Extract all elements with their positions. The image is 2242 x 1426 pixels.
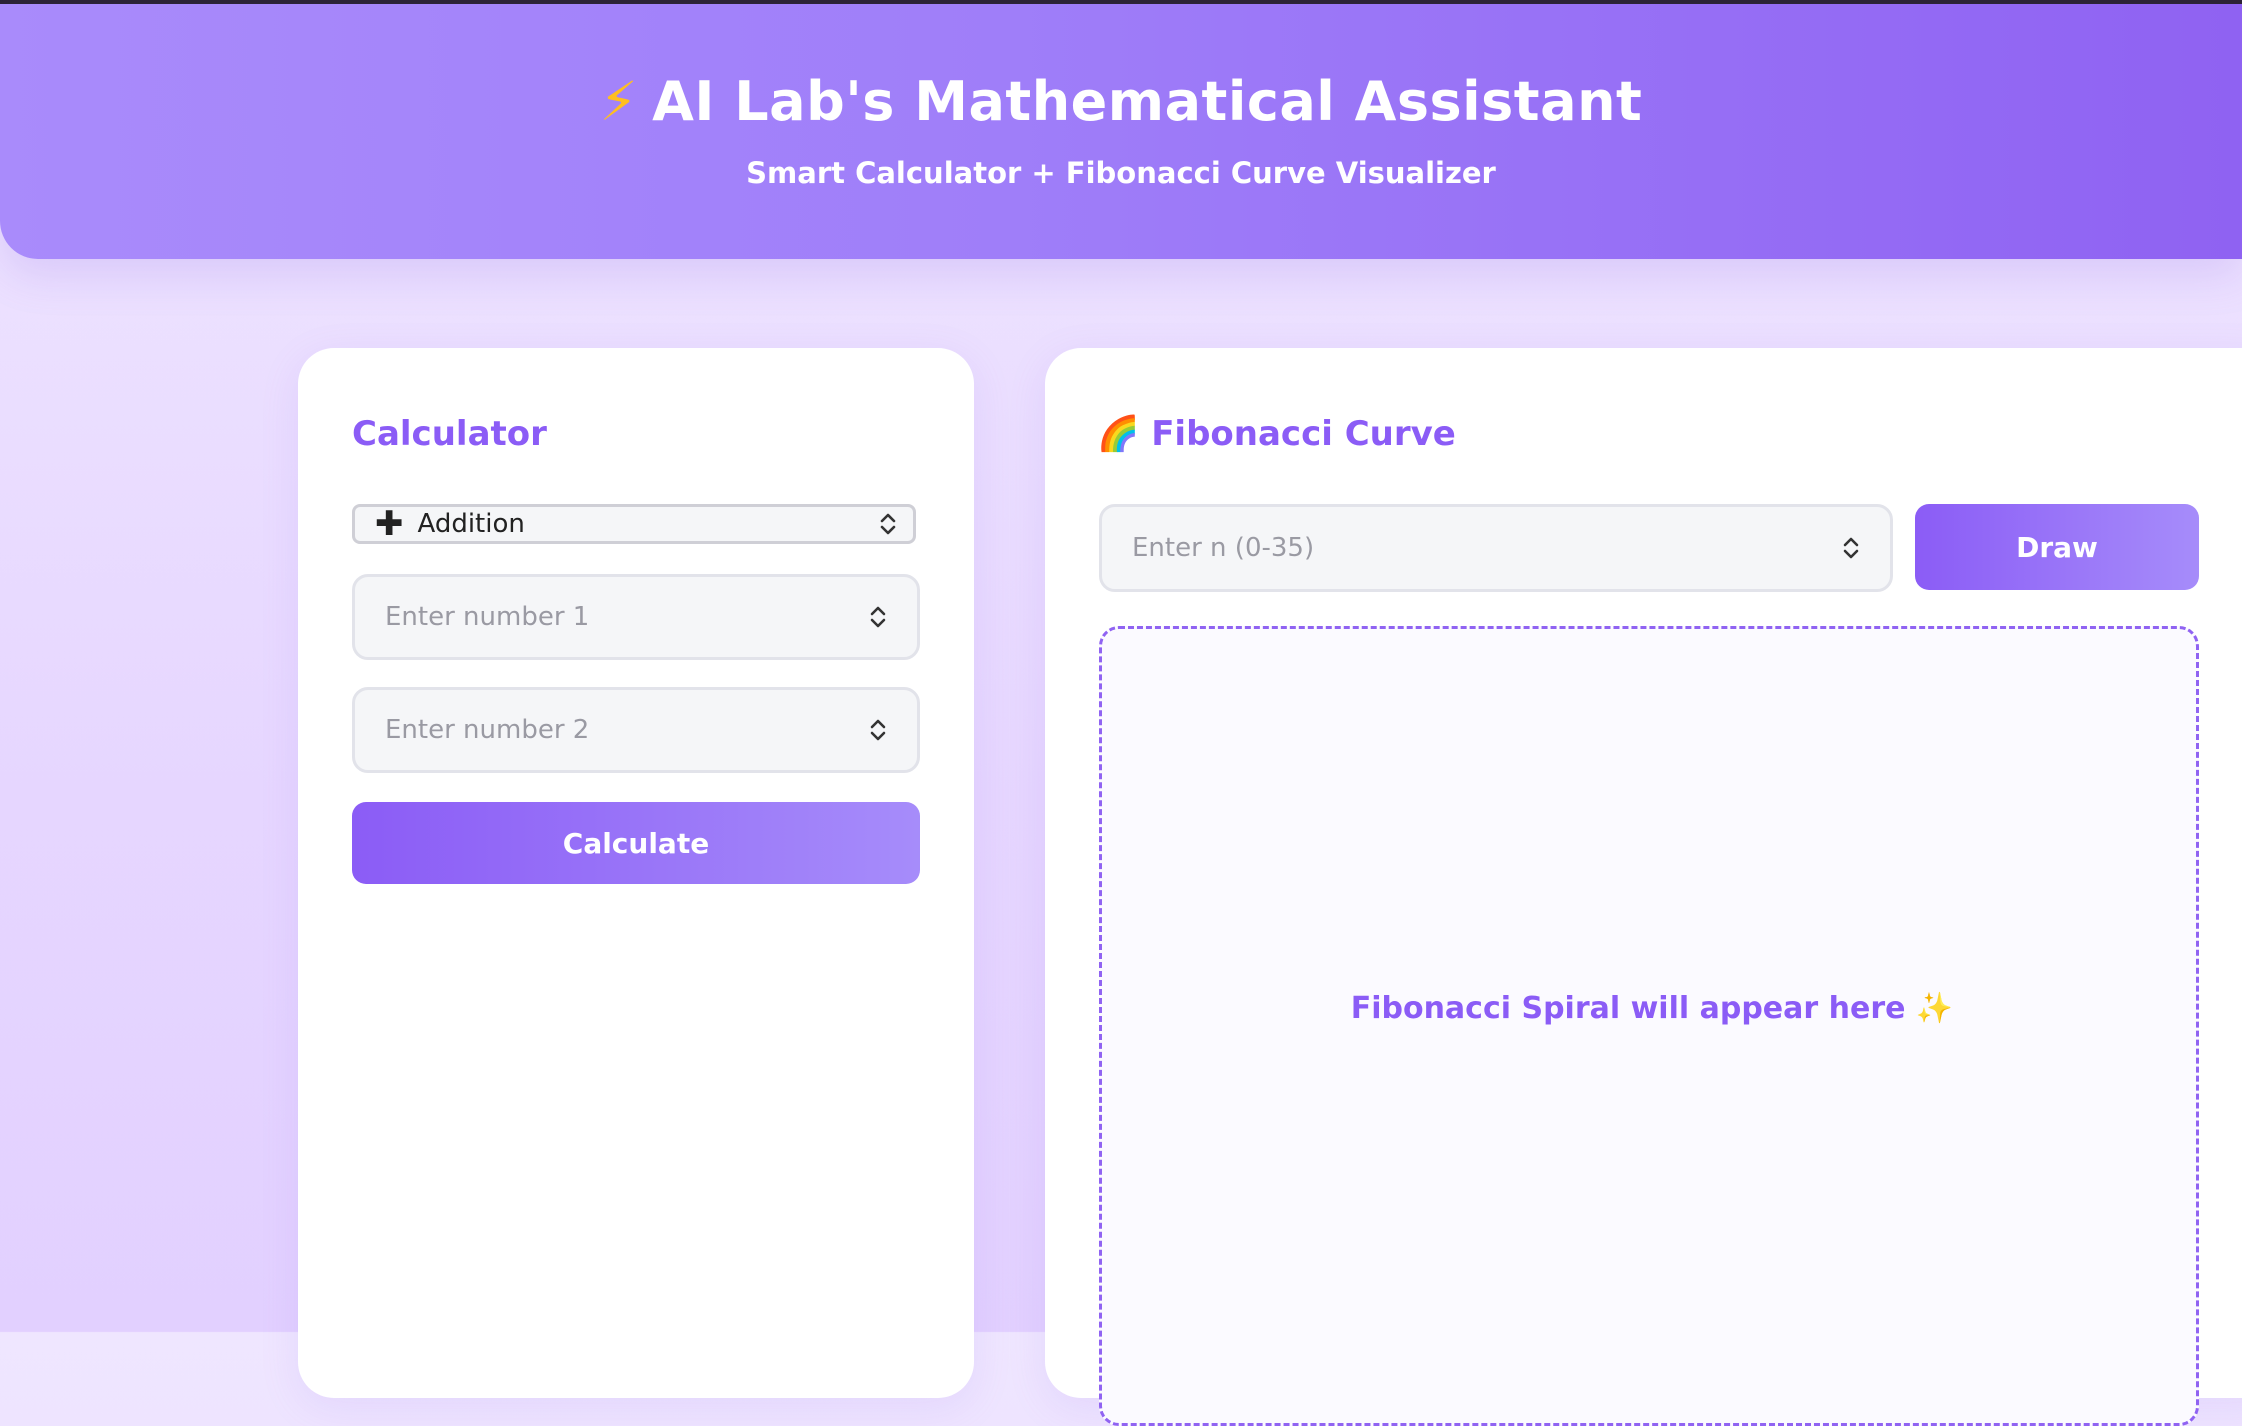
number2-input[interactable]: Enter number 2 — [352, 687, 920, 773]
page-title: ⚡ AI Lab's Mathematical Assistant — [0, 70, 2242, 133]
calculator-card: Calculator ✚ Addition Enter number 1 Ent… — [298, 348, 974, 1398]
calculator-title: Calculator — [352, 414, 547, 454]
page-header: ⚡ AI Lab's Mathematical Assistant Smart C… — [0, 4, 2242, 259]
draw-button[interactable]: Draw — [1915, 504, 2199, 590]
fibonacci-canvas: Fibonacci Spiral will appear here ✨ — [1099, 626, 2199, 1426]
fibonacci-card: 🌈 Fibonacci Curve Enter n (0-35) Draw Fi… — [1045, 348, 2242, 1426]
chevron-updown-icon — [880, 513, 896, 535]
number1-input[interactable]: Enter number 1 — [352, 574, 920, 660]
fibonacci-n-placeholder: Enter n (0-35) — [1132, 533, 1315, 563]
spinner-icon[interactable] — [1842, 534, 1860, 562]
fibonacci-n-input[interactable]: Enter n (0-35) — [1099, 504, 1893, 592]
fibonacci-title: 🌈 Fibonacci Curve — [1097, 414, 1456, 454]
sparkles-icon: ✨ — [1915, 991, 1954, 1026]
canvas-placeholder-text: Fibonacci Spiral will appear here — [1350, 991, 1906, 1026]
lightning-icon: ⚡ — [599, 70, 639, 133]
page-title-text: AI Lab's Mathematical Assistant — [652, 70, 1643, 133]
canvas-placeholder: Fibonacci Spiral will appear here ✨ — [1102, 991, 2202, 1026]
rainbow-icon: 🌈 — [1097, 414, 1140, 454]
number1-placeholder: Enter number 1 — [385, 602, 590, 632]
operation-select[interactable]: ✚ Addition — [352, 504, 916, 544]
plus-icon: ✚ — [375, 504, 404, 544]
number2-placeholder: Enter number 2 — [385, 715, 590, 745]
fibonacci-title-text: Fibonacci Curve — [1151, 414, 1456, 454]
page-subtitle: Smart Calculator + Fibonacci Curve Visua… — [746, 156, 1496, 190]
spinner-icon[interactable] — [869, 603, 887, 631]
spinner-icon[interactable] — [869, 716, 887, 744]
calculate-button[interactable]: Calculate — [352, 802, 920, 884]
operation-select-value: Addition — [417, 509, 525, 539]
